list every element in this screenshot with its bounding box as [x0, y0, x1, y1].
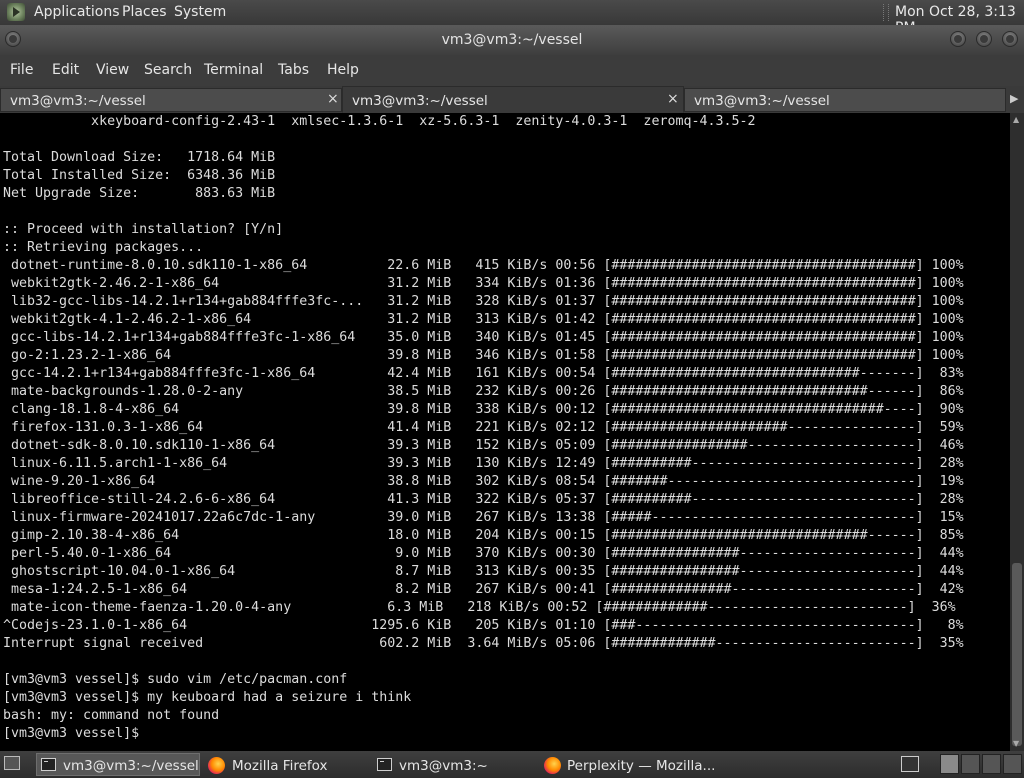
top-panel: Applications Places System Mon Oct 28, 3… [0, 0, 1024, 36]
tab-3[interactable]: vm3@vm3:~/vessel [684, 88, 1006, 112]
terminal-text: xkeyboard-config-2.43-1 xmlsec-1.3.6-1 x… [3, 114, 964, 741]
close-tab-icon[interactable]: × [327, 91, 339, 107]
panel-separator [883, 4, 889, 21]
terminal-output[interactable]: xkeyboard-config-2.43-1 xmlsec-1.3.6-1 x… [0, 113, 1010, 751]
menu-tabs[interactable]: Tabs [278, 62, 309, 78]
bottom-taskbar: vm3@vm3:~/vessel Mozilla Firefox vm3@vm3… [0, 751, 1024, 778]
window-titlebar[interactable]: vm3@vm3:~/vessel [0, 25, 1024, 55]
workspace-2[interactable] [961, 754, 980, 774]
tab-label: vm3@vm3:~/vessel [10, 93, 146, 109]
tray-terminal-icon[interactable] [901, 756, 919, 772]
menu-search[interactable]: Search [144, 62, 192, 78]
show-desktop-icon[interactable] [4, 756, 20, 770]
terminal-scrollbar[interactable]: ▲ ▼ [1010, 113, 1024, 751]
workspace-3[interactable] [982, 754, 1001, 774]
tab-1[interactable]: vm3@vm3:~/vessel × [0, 88, 342, 112]
maximize-button[interactable] [976, 31, 992, 47]
scroll-up-icon[interactable]: ▲ [1013, 115, 1019, 124]
close-tab-icon[interactable]: × [667, 91, 679, 107]
tab-label: vm3@vm3:~/vessel [694, 93, 830, 109]
applications-menu-icon[interactable] [7, 3, 25, 21]
system-menu[interactable]: System [174, 4, 226, 20]
applications-menu[interactable]: Applications [34, 4, 120, 20]
firefox-icon [208, 757, 225, 774]
window-title: vm3@vm3:~/vessel [441, 32, 583, 48]
scroll-down-icon[interactable]: ▼ [1013, 739, 1019, 748]
close-window-button[interactable] [1002, 31, 1018, 47]
workspace-1[interactable] [940, 754, 959, 774]
menubar: File Edit View Search Terminal Tabs Help [0, 55, 1024, 86]
minimize-button[interactable] [950, 31, 966, 47]
tab-bar: vm3@vm3:~/vessel × vm3@vm3:~/vessel × vm… [0, 86, 1024, 113]
scrollbar-thumb[interactable] [1012, 563, 1022, 746]
workspace-4[interactable] [1003, 754, 1022, 774]
menu-view[interactable]: View [96, 62, 129, 78]
menu-edit[interactable]: Edit [52, 62, 79, 78]
terminal-icon [41, 758, 56, 771]
taskbar-item-label: vm3@vm3:~ [399, 758, 488, 774]
menu-file[interactable]: File [10, 62, 33, 78]
taskbar-item-firefox[interactable]: Mozilla Firefox [204, 753, 368, 776]
taskbar-item-label: Mozilla Firefox [232, 758, 328, 774]
taskbar-item-label: vm3@vm3:~/vessel [63, 758, 199, 774]
taskbar-item-perplexity[interactable]: Perplexity — Mozilla... [540, 753, 715, 776]
taskbar-item-label: Perplexity — Mozilla... [567, 758, 716, 774]
taskbar-item-terminal-vessel[interactable]: vm3@vm3:~/vessel [36, 753, 200, 776]
menu-terminal[interactable]: Terminal [204, 62, 263, 78]
tab-scroll-right-icon[interactable]: ▶ [1010, 92, 1018, 105]
tab-label: vm3@vm3:~/vessel [352, 93, 488, 109]
firefox-icon [544, 757, 561, 774]
taskbar-item-terminal-home[interactable]: vm3@vm3:~ [372, 753, 536, 776]
places-menu[interactable]: Places [122, 4, 167, 20]
menu-help[interactable]: Help [327, 62, 359, 78]
tab-2[interactable]: vm3@vm3:~/vessel × [342, 86, 684, 113]
terminal-icon [377, 758, 392, 771]
